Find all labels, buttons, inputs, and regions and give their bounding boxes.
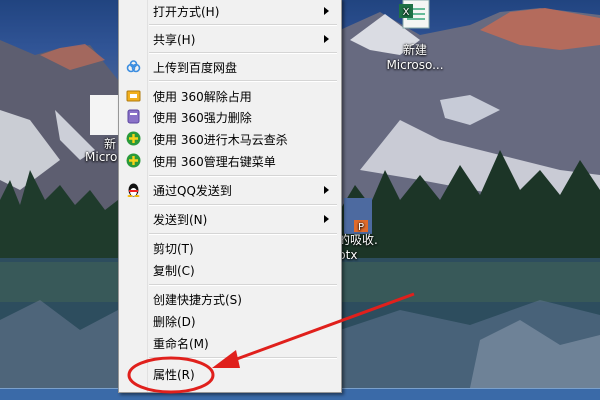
menu-item-copy[interactable]: 复制(C) bbox=[121, 259, 339, 280]
desktop-icon-left-partial[interactable]: 新 Micro bbox=[82, 95, 122, 164]
360-scan-icon bbox=[126, 131, 141, 146]
menu-separator bbox=[149, 24, 337, 26]
submenu-arrow-icon bbox=[324, 7, 329, 15]
menu-item-share[interactable]: 共享(H) bbox=[121, 28, 339, 49]
menu-item-label: 打开方式(H) bbox=[153, 5, 220, 19]
file-thumbnail-icon bbox=[90, 95, 118, 135]
menu-item-label: 复制(C) bbox=[153, 264, 195, 278]
menu-item-label: 属性(R) bbox=[153, 368, 195, 382]
desktop-icon-label-line1: 的吸收. bbox=[338, 233, 378, 247]
menu-item-send-to[interactable]: 发送到(N) bbox=[121, 208, 339, 229]
desktop-icon-label-line2: Micro bbox=[85, 150, 118, 164]
desktop-icon-ppt[interactable]: P 的吸收. ptx bbox=[338, 198, 388, 262]
menu-item-label: 使用 360强力删除 bbox=[153, 111, 252, 125]
menu-item-open-with[interactable]: 打开方式(H) bbox=[121, 0, 339, 21]
submenu-arrow-icon bbox=[324, 186, 329, 194]
menu-item-label: 使用 360解除占用 bbox=[153, 90, 252, 104]
menu-item-label: 删除(D) bbox=[153, 315, 196, 329]
menu-separator bbox=[149, 80, 337, 82]
menu-item-360-shred[interactable]: 使用 360强力删除 bbox=[121, 106, 339, 127]
qq-penguin-icon bbox=[127, 183, 140, 197]
menu-separator bbox=[149, 175, 337, 177]
360-unlock-icon bbox=[126, 90, 141, 102]
menu-item-upload-baidu[interactable]: 上传到百度网盘 bbox=[121, 56, 339, 77]
excel-file-icon: X bbox=[399, 0, 430, 29]
menu-item-rename[interactable]: 重命名(M) bbox=[121, 332, 339, 353]
menu-separator bbox=[149, 52, 337, 54]
menu-separator bbox=[149, 204, 337, 206]
desktop-icon-label-line2: ptx bbox=[338, 248, 358, 262]
menu-item-send-via-qq[interactable]: 通过QQ发送到 bbox=[121, 179, 339, 200]
desktop-icon-word-new[interactable]: X 新建 Microso... bbox=[383, 0, 447, 72]
desktop-icon-label-line1: 新建 bbox=[402, 43, 427, 57]
menu-item-360-unlock[interactable]: 使用 360解除占用 bbox=[121, 85, 339, 106]
context-menu: 打开方式(H) 共享(H) 上传到百度网盘 使用 360解除占用 使用 360强… bbox=[118, 0, 342, 393]
menu-item-cut[interactable]: 剪切(T) bbox=[121, 237, 339, 258]
desktop-icon-label-line2: Microso... bbox=[386, 58, 444, 72]
menu-separator bbox=[149, 284, 337, 286]
svg-text:X: X bbox=[403, 7, 410, 18]
menu-separator bbox=[149, 233, 337, 235]
menu-item-label: 剪切(T) bbox=[153, 242, 194, 256]
menu-item-label: 通过QQ发送到 bbox=[153, 184, 232, 198]
360-menu-manager-icon bbox=[126, 153, 141, 168]
menu-item-label: 使用 360进行木马云查杀 bbox=[153, 133, 288, 147]
menu-item-label: 使用 360管理右键菜单 bbox=[153, 155, 276, 169]
menu-item-360-menu-manager[interactable]: 使用 360管理右键菜单 bbox=[121, 150, 339, 171]
submenu-arrow-icon bbox=[324, 35, 329, 43]
menu-item-label: 重命名(M) bbox=[153, 337, 209, 351]
menu-item-create-shortcut[interactable]: 创建快捷方式(S) bbox=[121, 288, 339, 309]
menu-item-label: 上传到百度网盘 bbox=[153, 61, 238, 75]
menu-item-properties[interactable]: 属性(R) bbox=[121, 363, 339, 384]
menu-item-label: 创建快捷方式(S) bbox=[153, 293, 242, 307]
baidu-cloud-icon bbox=[126, 60, 141, 73]
menu-item-delete[interactable]: 删除(D) bbox=[121, 310, 339, 331]
menu-item-label: 共享(H) bbox=[153, 33, 196, 47]
menu-item-360-scan[interactable]: 使用 360进行木马云查杀 bbox=[121, 128, 339, 149]
360-shred-icon bbox=[127, 109, 140, 124]
menu-item-label: 发送到(N) bbox=[153, 213, 208, 227]
menu-separator bbox=[149, 357, 337, 359]
submenu-arrow-icon bbox=[324, 215, 329, 223]
